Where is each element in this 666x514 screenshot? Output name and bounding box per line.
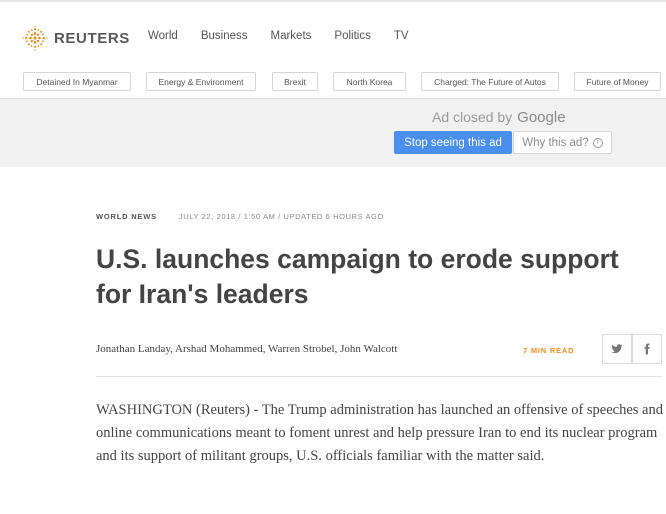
read-time: 7 MIN READ bbox=[523, 346, 575, 355]
why-this-ad-label: Why this ad? bbox=[522, 136, 589, 149]
twitter-icon bbox=[611, 344, 623, 354]
ad-slot: Ad closed by Google Stop seeing this ad … bbox=[0, 99, 666, 167]
ad-closed-notice: Ad closed by Google bbox=[432, 109, 566, 126]
nav-item-markets[interactable]: Markets bbox=[271, 30, 312, 42]
article-lead-paragraph: WASHINGTON (Reuters) - The Trump adminis… bbox=[96, 402, 663, 464]
topic-north-korea[interactable]: North Korea bbox=[333, 72, 406, 91]
byline-row: Jonathan Landay, Arshad Mohammed, Warren… bbox=[96, 334, 662, 368]
topic-detained-in-myanmar[interactable]: Detained In Myanmar bbox=[23, 72, 131, 91]
article-kicker: WORLD NEWS JULY 22, 2018 / 1:50 AM / UPD… bbox=[96, 212, 384, 221]
reuters-logo-icon bbox=[22, 25, 48, 51]
ad-closed-text: Ad closed by bbox=[432, 109, 513, 125]
stop-seeing-ad-button[interactable]: Stop seeing this ad bbox=[394, 131, 512, 154]
nav-item-tv[interactable]: TV bbox=[394, 30, 409, 42]
google-label: Google bbox=[517, 109, 566, 126]
topic-future-of-money[interactable]: Future of Money bbox=[574, 72, 661, 91]
site-header: REUTERS World Business Markets Politics … bbox=[0, 2, 666, 99]
article-headline: U.S. launches campaign to erode support … bbox=[96, 244, 619, 309]
topic-energy-environment[interactable]: Energy & Environment bbox=[146, 72, 256, 91]
topic-charged-future-of-autos[interactable]: Charged: The Future of Autos bbox=[421, 72, 559, 91]
main-nav: World Business Markets Politics TV bbox=[148, 30, 432, 42]
brand-name: REUTERS bbox=[54, 29, 130, 47]
reuters-logo[interactable]: REUTERS bbox=[22, 25, 130, 51]
facebook-icon bbox=[644, 343, 650, 355]
why-this-ad-button[interactable]: Why this ad? i bbox=[513, 131, 612, 154]
dateline: JULY 22, 2018 / 1:50 AM / UPDATED 6 HOUR… bbox=[178, 212, 384, 221]
trending-topics: Detained In Myanmar Energy & Environment… bbox=[23, 72, 666, 92]
section-label[interactable]: WORLD NEWS bbox=[96, 212, 157, 221]
nav-item-world[interactable]: World bbox=[148, 30, 178, 42]
twitter-share-button[interactable] bbox=[602, 334, 632, 364]
nav-item-business[interactable]: Business bbox=[201, 30, 248, 42]
nav-item-politics[interactable]: Politics bbox=[334, 30, 370, 42]
info-icon: i bbox=[592, 137, 603, 148]
facebook-share-button[interactable] bbox=[632, 334, 662, 364]
byline-authors[interactable]: Jonathan Landay, Arshad Mohammed, Warren… bbox=[96, 343, 397, 355]
byline-divider bbox=[96, 376, 662, 377]
topic-brexit[interactable]: Brexit bbox=[272, 72, 318, 91]
